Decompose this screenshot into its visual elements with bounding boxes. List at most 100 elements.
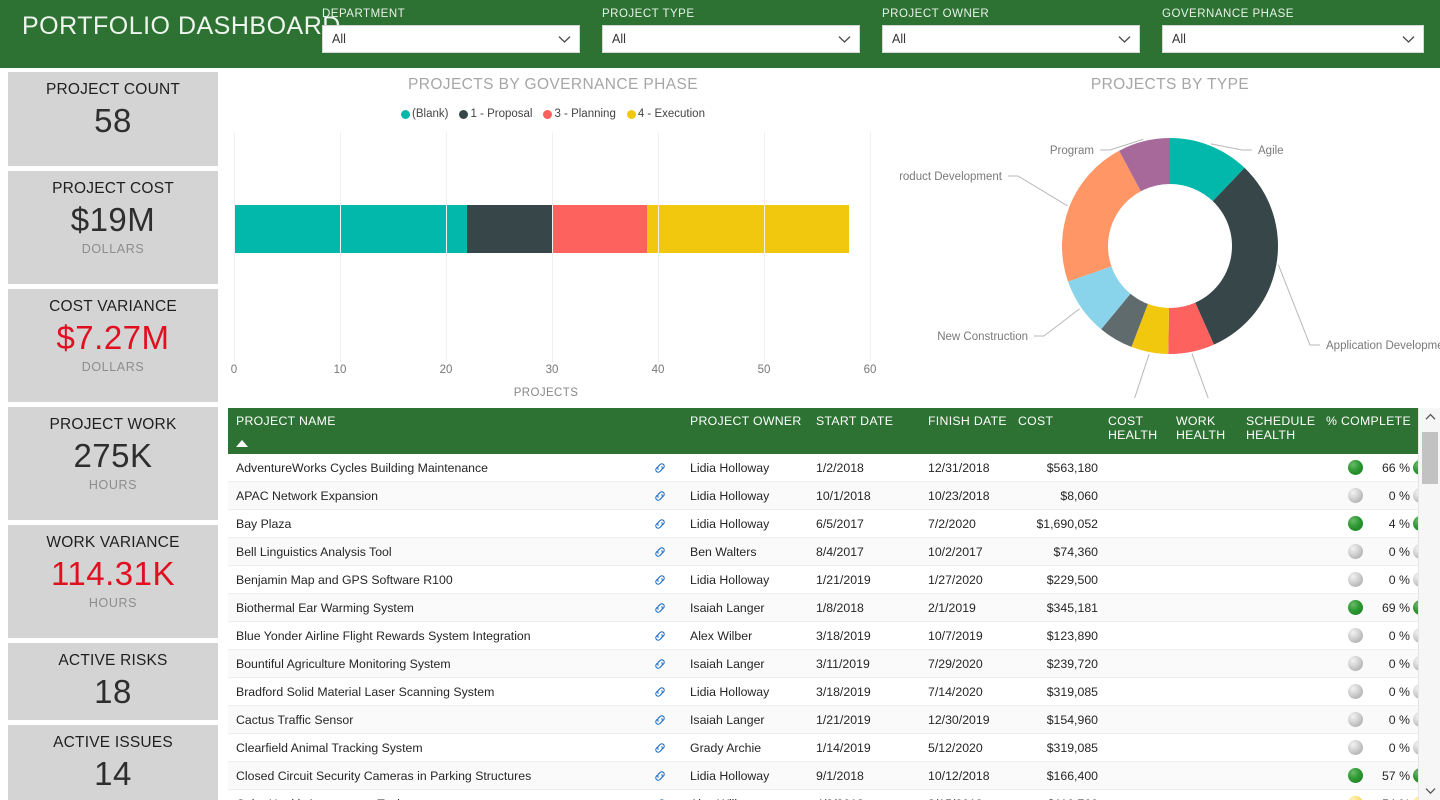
table-column-header[interactable]: COST xyxy=(1018,414,1053,428)
table-row[interactable]: Blue Yonder Airline Flight Rewards Syste… xyxy=(228,622,1418,650)
kpi-card-work-variance[interactable]: WORK VARIANCE114.31KHOURS xyxy=(8,525,218,638)
table-row[interactable]: Clearfield Animal Tracking SystemGrady A… xyxy=(228,734,1418,762)
table-row[interactable]: Bountiful Agriculture Monitoring SystemI… xyxy=(228,650,1418,678)
table-row[interactable]: Bradford Solid Material Laser Scanning S… xyxy=(228,678,1418,706)
kpi-card-project-count[interactable]: PROJECT COUNT58 xyxy=(8,72,218,166)
table-column-header[interactable]: PROJECT NAME xyxy=(236,414,336,428)
link-icon[interactable] xyxy=(653,629,667,643)
bar-segment[interactable] xyxy=(234,205,467,253)
sort-ascending-icon[interactable] xyxy=(236,440,248,447)
projects-by-type-chart: PROJECTS BY TYPE AgileApplication Develo… xyxy=(900,72,1440,402)
table-column-header[interactable]: SCHEDULEHEALTH xyxy=(1246,414,1315,442)
link-icon[interactable] xyxy=(653,713,667,727)
legend-item[interactable]: 1 - Proposal xyxy=(459,108,532,120)
table-row[interactable]: Closed Circuit Security Cameras in Parki… xyxy=(228,762,1418,790)
slicer-dropdown[interactable]: All xyxy=(1162,25,1424,53)
kpi-title: PROJECT WORK xyxy=(12,415,214,435)
chevron-down-icon[interactable] xyxy=(558,35,569,46)
cell-owner: Lidia Holloway xyxy=(690,678,818,706)
table-row[interactable]: Biothermal Ear Warming SystemIsaiah Lang… xyxy=(228,594,1418,622)
cost-health-indicator xyxy=(1348,544,1363,559)
table-vertical-scrollbar[interactable] xyxy=(1418,408,1440,800)
link-icon[interactable] xyxy=(653,489,667,503)
table-column-header-text: PROJECT NAME xyxy=(236,414,336,428)
cell-cost: $1,690,052 xyxy=(1018,510,1098,538)
cell-name: Bell Linguistics Analysis Tool xyxy=(236,538,646,566)
donut-chart-plot-area: AgileApplication DevelopmentEnhancementF… xyxy=(900,98,1440,398)
slicer-dropdown[interactable]: All xyxy=(602,25,860,53)
cell-cost: $239,720 xyxy=(1018,650,1098,678)
table-column-header[interactable]: COSTHEALTH xyxy=(1108,414,1157,442)
scrollbar-thumb[interactable] xyxy=(1422,432,1438,484)
link-icon[interactable] xyxy=(653,741,667,755)
kpi-card-active-risks[interactable]: ACTIVE RISKS18 xyxy=(8,643,218,720)
cell-complete: 54 % xyxy=(1318,790,1410,800)
cell-cost: $319,085 xyxy=(1018,734,1098,762)
table-column-header-text: WORK xyxy=(1176,414,1225,428)
cell-complete: 57 % xyxy=(1318,762,1410,790)
table-column-header[interactable]: FINISH DATE xyxy=(928,414,1007,428)
link-icon[interactable] xyxy=(653,545,667,559)
scroll-down-icon[interactable] xyxy=(1419,782,1440,800)
table-row[interactable]: AdventureWorks Cycles Building Maintenan… xyxy=(228,454,1418,482)
gridline xyxy=(446,132,447,362)
donut-svg[interactable]: AgileApplication DevelopmentEnhancementF… xyxy=(900,98,1440,398)
cell-finish: 7/2/2020 xyxy=(928,510,1028,538)
link-icon[interactable] xyxy=(653,685,667,699)
link-icon[interactable] xyxy=(653,657,667,671)
cell-owner: Grady Archie xyxy=(690,734,818,762)
table-column-header[interactable]: WORKHEALTH xyxy=(1176,414,1225,442)
legend-item[interactable]: (Blank) xyxy=(401,108,448,120)
bar-segment[interactable] xyxy=(552,205,647,253)
link-icon[interactable] xyxy=(653,573,667,587)
cell-start: 4/2/2018 xyxy=(816,790,916,800)
cell-owner: Lidia Holloway xyxy=(690,482,818,510)
kpi-value: 14 xyxy=(12,753,214,795)
table-row[interactable]: Color Health Assessment ToolAlex Wilber4… xyxy=(228,790,1418,800)
link-icon[interactable] xyxy=(653,769,667,783)
cell-name: Cactus Traffic Sensor xyxy=(236,706,646,734)
donut-slice[interactable] xyxy=(1062,151,1141,282)
chevron-down-icon[interactable] xyxy=(1118,35,1129,46)
table-column-header[interactable]: % COMPLETE xyxy=(1326,414,1411,428)
table-row[interactable]: Bay PlazaLidia Holloway6/5/20177/2/2020$… xyxy=(228,510,1418,538)
table-row[interactable]: APAC Network ExpansionLidia Holloway10/1… xyxy=(228,482,1418,510)
table-row[interactable]: Cactus Traffic SensorIsaiah Langer1/21/2… xyxy=(228,706,1418,734)
bar-segment[interactable] xyxy=(647,205,848,253)
slicer-dropdown[interactable]: All xyxy=(882,25,1140,53)
slicer-label: DEPARTMENT xyxy=(322,8,580,20)
kpi-card-project-cost[interactable]: PROJECT COST$19MDOLLARS xyxy=(8,171,218,284)
table-column-header[interactable]: START DATE xyxy=(816,414,893,428)
kpi-value: 275K xyxy=(12,435,214,477)
legend-color-swatch xyxy=(627,110,636,119)
cell-name: Blue Yonder Airline Flight Rewards Syste… xyxy=(236,622,646,650)
slicer-department: DEPARTMENT All xyxy=(322,8,580,53)
bar-chart-title: PROJECTS BY GOVERNANCE PHASE xyxy=(228,76,878,94)
kpi-card-active-issues[interactable]: ACTIVE ISSUES14 xyxy=(8,725,218,800)
gridline xyxy=(552,132,553,362)
link-icon[interactable] xyxy=(653,517,667,531)
kpi-card-cost-variance[interactable]: COST VARIANCE$7.27MDOLLARS xyxy=(8,289,218,402)
table-row[interactable]: Bell Linguistics Analysis ToolBen Walter… xyxy=(228,538,1418,566)
link-icon[interactable] xyxy=(653,461,667,475)
legend-item[interactable]: 3 - Planning xyxy=(543,108,615,120)
bar-segment[interactable] xyxy=(467,205,552,253)
table-column-header-text: HEALTH xyxy=(1246,428,1315,442)
table-column-header-text: HEALTH xyxy=(1176,428,1225,442)
kpi-units: DOLLARS xyxy=(12,241,214,257)
kpi-title: ACTIVE ISSUES xyxy=(12,733,214,753)
cell-owner: Alex Wilber xyxy=(690,622,818,650)
chevron-down-icon[interactable] xyxy=(838,35,849,46)
cell-owner: Isaiah Langer xyxy=(690,594,818,622)
slicer-dropdown[interactable]: All xyxy=(322,25,580,53)
table-row[interactable]: Benjamin Map and GPS Software R100Lidia … xyxy=(228,566,1418,594)
cell-finish: 10/12/2018 xyxy=(928,762,1028,790)
link-icon[interactable] xyxy=(653,601,667,615)
scroll-up-icon[interactable] xyxy=(1419,408,1440,426)
legend-item[interactable]: 4 - Execution xyxy=(627,108,705,120)
chevron-down-icon[interactable] xyxy=(1402,35,1413,46)
cell-complete: 69 % xyxy=(1318,594,1410,622)
kpi-card-project-work[interactable]: PROJECT WORK275KHOURS xyxy=(8,407,218,520)
donut-leader-line xyxy=(1192,354,1220,398)
table-column-header[interactable]: PROJECT OWNER xyxy=(690,414,802,428)
